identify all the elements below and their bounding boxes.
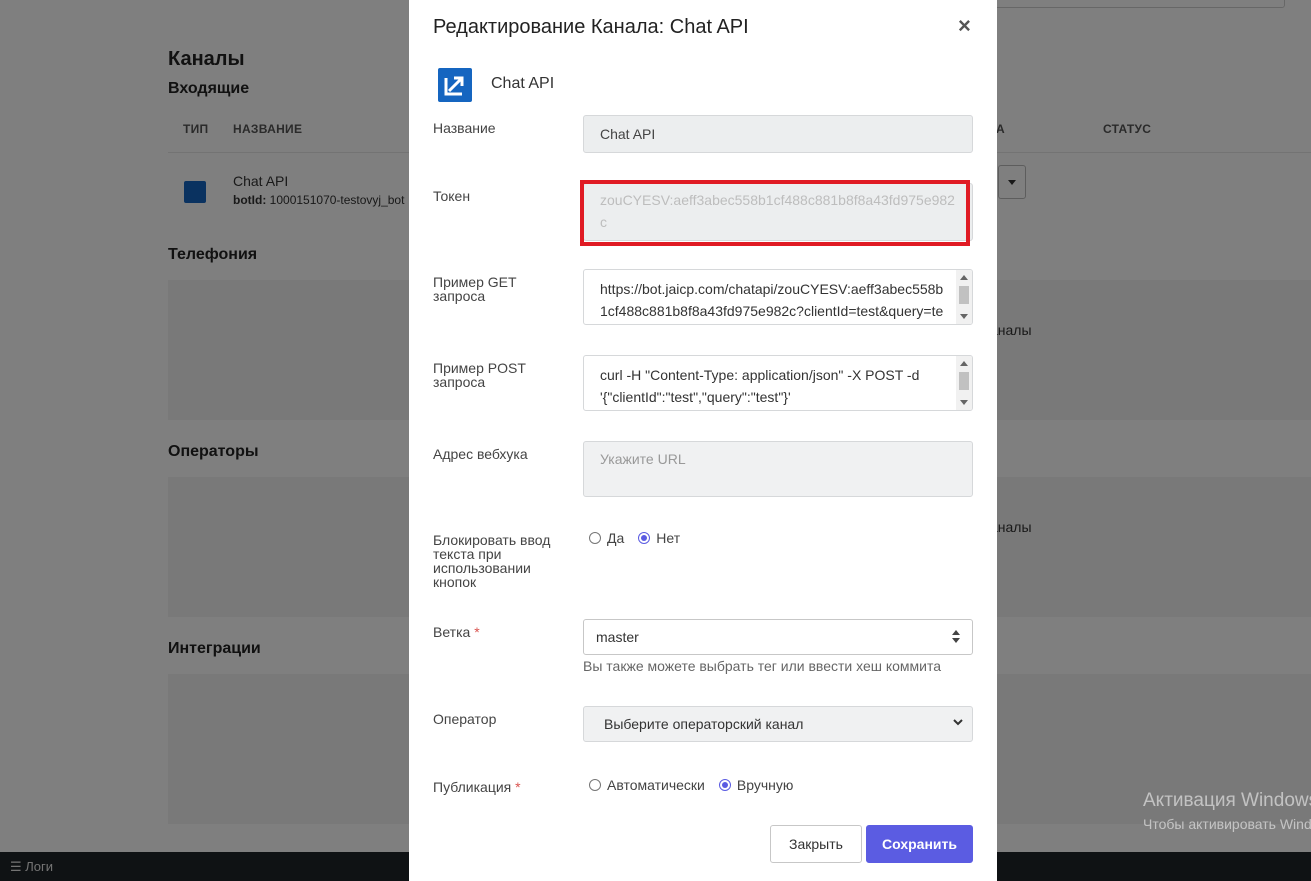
block-input-no-label[interactable]: Нет <box>656 530 680 546</box>
branch-required-mark: * <box>474 624 480 640</box>
get-example-textarea[interactable]: https://bot.jaicp.com/chatapi/zouCYESV:a… <box>583 269 973 325</box>
post-example-text: curl -H "Content-Type: application/json"… <box>600 367 920 405</box>
block-input-yes-radio[interactable] <box>589 532 601 544</box>
close-button[interactable]: Закрыть <box>770 825 862 863</box>
branch-label-text: Ветка <box>433 624 471 640</box>
publication-required-mark: * <box>515 779 521 795</box>
name-input[interactable]: Chat API <box>583 115 973 153</box>
webhook-input[interactable]: Укажите URL <box>583 441 973 497</box>
get-example-scrollbar[interactable] <box>956 270 972 324</box>
updown-arrows-icon <box>952 630 960 646</box>
windows-activation-title: Активация Windows <box>1143 790 1311 811</box>
name-label: Название <box>433 120 496 136</box>
publication-label: Публикация * <box>433 780 563 794</box>
block-input-yes-label[interactable]: Да <box>607 530 624 546</box>
post-example-scrollbar[interactable] <box>956 356 972 410</box>
post-example-textarea[interactable]: curl -H "Content-Type: application/json"… <box>583 355 973 411</box>
branch-select-value: master <box>596 629 639 645</box>
modal-title: Редактирование Канала: Chat API <box>433 16 749 38</box>
branch-hint: Вы также можете выбрать тег или ввести х… <box>583 658 942 674</box>
chevron-down-icon <box>953 719 963 726</box>
windows-activation-watermark: Активация Windows Чтобы активировать Win… <box>1143 790 1311 832</box>
token-label: Токен <box>433 188 471 204</box>
chat-api-logo-icon <box>438 68 472 102</box>
close-icon[interactable]: × <box>958 14 971 38</box>
channel-name: Chat API <box>491 75 555 92</box>
post-example-label: Пример POST запроса <box>433 360 526 390</box>
publication-manual-label[interactable]: Вручную <box>737 777 794 793</box>
windows-activation-subtitle: Чтобы активировать Windows <box>1143 816 1311 832</box>
block-input-radio-group: Да Нет <box>589 530 694 546</box>
edit-channel-modal: Редактирование Канала: Chat API × Chat A… <box>409 0 997 881</box>
operator-label: Оператор <box>433 711 497 727</box>
publication-label-text: Публикация <box>433 779 512 795</box>
publication-manual-radio[interactable] <box>718 779 731 791</box>
operator-select-value: Выберите операторский канал <box>604 716 804 732</box>
block-input-label: Блокировать ввод текста при использовани… <box>433 532 551 590</box>
block-input-no-radio[interactable] <box>638 532 651 544</box>
get-example-label: Пример GET запроса <box>433 274 517 304</box>
publication-auto-label[interactable]: Автоматически <box>607 777 705 793</box>
get-example-text: https://bot.jaicp.com/chatapi/zouCYESV:a… <box>600 281 944 319</box>
publication-auto-radio[interactable] <box>589 779 601 791</box>
webhook-label: Адрес вебхука <box>433 446 528 462</box>
branch-label: Ветка * <box>433 625 563 639</box>
operator-select[interactable]: Выберите операторский канал <box>583 706 973 742</box>
publication-radio-group: Автоматически Вручную <box>589 777 807 793</box>
save-button[interactable]: Сохранить <box>866 825 973 863</box>
branch-select[interactable]: master <box>583 619 973 655</box>
token-highlight-frame <box>580 180 970 246</box>
